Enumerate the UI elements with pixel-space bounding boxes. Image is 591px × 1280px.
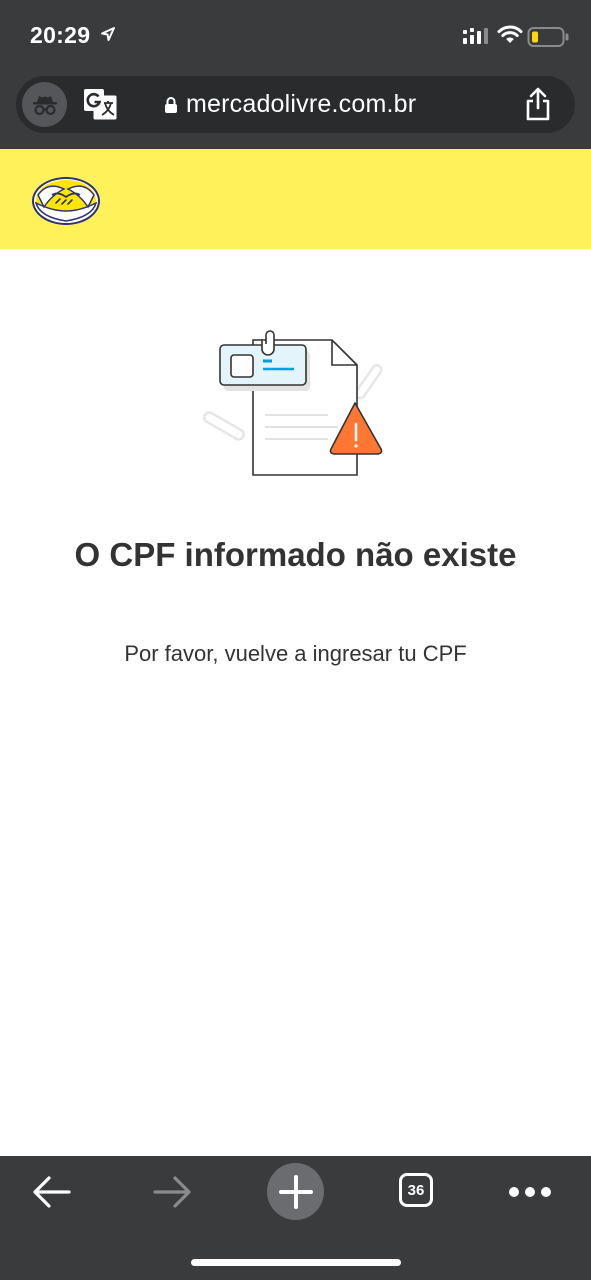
back-button[interactable] [28,1170,74,1214]
translate-icon[interactable] [83,88,119,122]
address-bar[interactable]: mercadolivre.com.br [16,76,575,133]
tab-count: 36 [407,1181,425,1199]
status-time: 20:29 [30,22,91,48]
incognito-icon [32,95,57,115]
tabs-button[interactable]: 36 [399,1173,433,1207]
url-display[interactable]: mercadolivre.com.br [164,76,416,133]
error-title: O CPF informado não existe [74,536,517,573]
new-tab-button[interactable] [267,1163,324,1220]
home-indicator[interactable] [191,1259,401,1266]
forward-arrow-icon [153,1176,191,1208]
lock-icon [164,96,178,114]
browser-top-chrome: 20:29 mercadolivre.com.br [0,0,591,149]
error-page: O CPF informado não existe Por favor, vu… [0,249,591,1156]
url-text: mercadolivre.com.br [186,90,417,118]
more-button[interactable] [506,1170,554,1214]
mercado-livre-logo[interactable] [30,173,102,227]
incognito-button[interactable] [22,82,67,127]
more-icon [509,1187,551,1197]
plus-icon [278,1174,313,1209]
document-warning-illustration [203,330,383,476]
wifi-icon [497,25,523,43]
cellular-signal-icon [463,28,488,44]
forward-button[interactable] [150,1170,196,1214]
battery-icon [527,27,569,47]
status-bar: 20:29 [0,0,591,70]
error-subtitle: Por favor, vuelve a ingresar tu CPF [124,641,467,666]
site-header [0,149,591,249]
browser-toolbar: 36 [0,1156,591,1280]
back-arrow-icon [33,1176,71,1208]
location-arrow-icon [101,27,115,41]
share-icon[interactable] [523,86,553,122]
